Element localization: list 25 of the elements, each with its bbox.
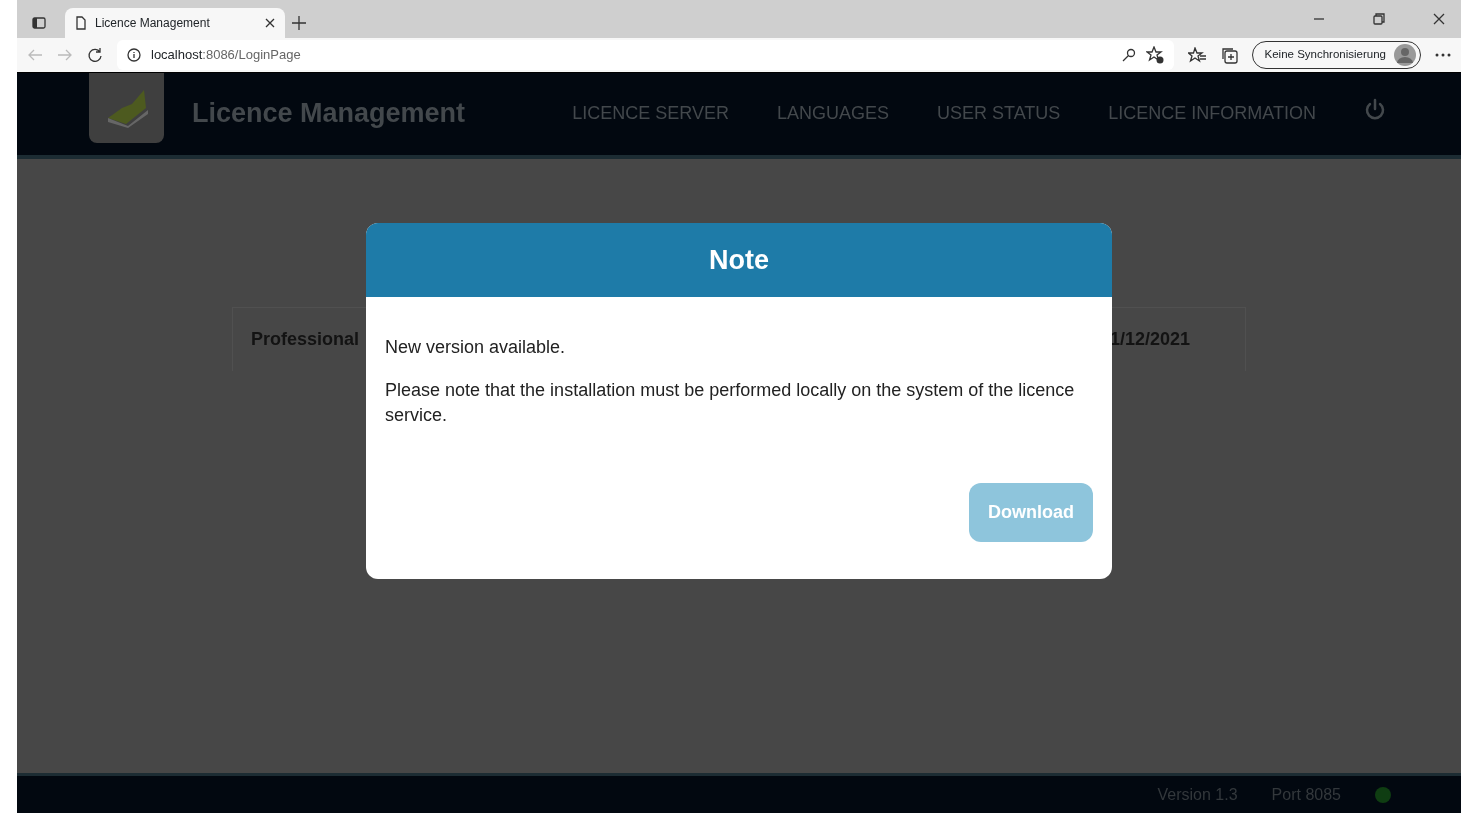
nav-link[interactable]: LICENCE SERVER <box>572 100 729 127</box>
address-bar[interactable]: localhost:8086/LoginPage <box>117 40 1174 70</box>
nav-link[interactable]: LICENCE INFORMATION <box>1108 100 1316 127</box>
info-icon[interactable] <box>127 48 141 62</box>
collections-icon[interactable] <box>1219 46 1238 64</box>
tab-actions-icon[interactable] <box>31 15 47 31</box>
nav-link[interactable]: LANGUAGES <box>776 100 889 127</box>
restore-icon[interactable] <box>1373 13 1385 25</box>
avatar-icon <box>1394 44 1416 66</box>
new-tab-icon[interactable] <box>291 15 307 31</box>
tab-title: Licence Management <box>95 15 211 32</box>
close-icon[interactable] <box>265 18 275 28</box>
favorites-icon[interactable] <box>1187 47 1206 63</box>
browser-tab[interactable]: Licence Management <box>65 8 285 38</box>
refresh-icon[interactable] <box>87 47 103 63</box>
nav-link[interactable]: USER STATUS <box>936 100 1061 127</box>
page-icon <box>75 16 87 30</box>
star-add-icon[interactable] <box>1145 46 1164 64</box>
dialog-message: New version available. <box>385 336 567 359</box>
dialog-title: Note <box>366 223 1112 297</box>
url-text: localhost:8086/LoginPage <box>151 46 301 65</box>
close-icon[interactable] <box>1433 13 1445 25</box>
dialog-message: Please note that the installation must be performed locally on the system of the licence service. <box>385 379 1076 428</box>
app-title: Licence Management <box>192 97 466 130</box>
more-icon[interactable] <box>1435 53 1451 57</box>
